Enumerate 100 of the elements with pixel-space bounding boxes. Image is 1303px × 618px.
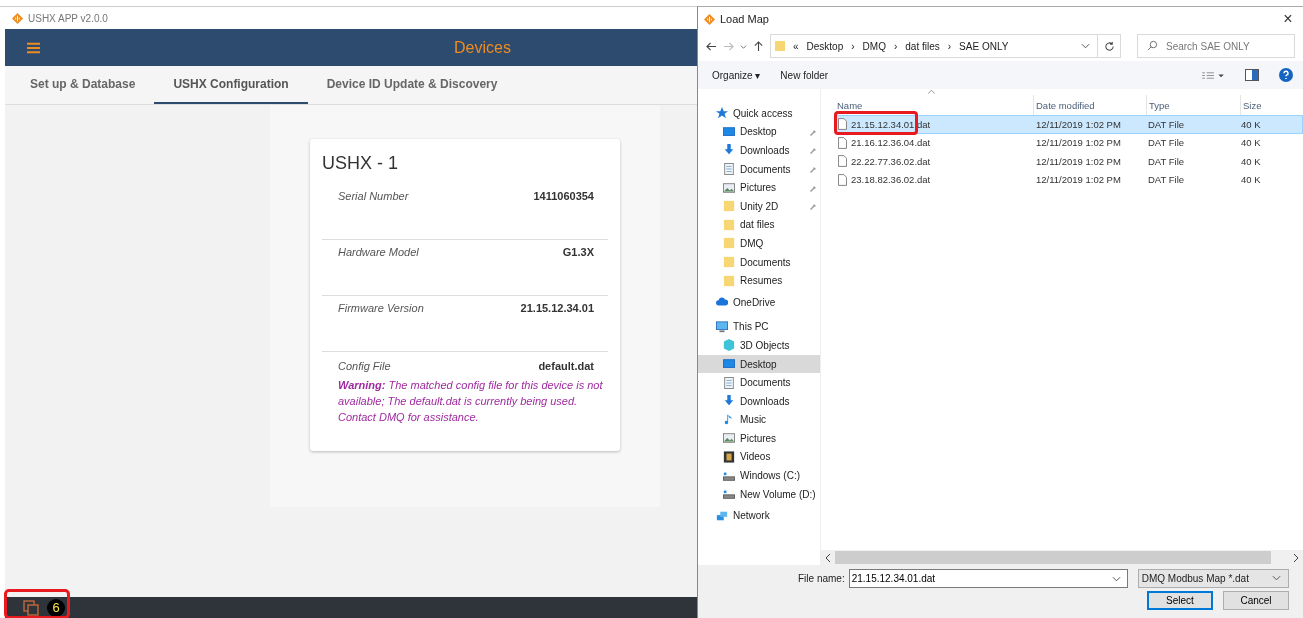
nav-item[interactable]: Quick access [698,104,820,123]
select-button[interactable]: Select [1147,591,1213,610]
search-icon [1147,40,1158,51]
address-bar[interactable]: « Desktop › DMQ › dat files › SAE ONLY [770,34,1098,58]
nav-item[interactable]: Downloads [698,141,820,160]
file-row[interactable]: 22.22.77.36.02.dat 12/11/2019 1:02 PM DAT File 40 K [835,152,1303,171]
tab[interactable]: Set up & Database [11,66,155,104]
column-header[interactable]: Name [835,95,1033,115]
nav-item[interactable]: 3D Objects [698,336,820,355]
file-icon [838,118,847,131]
file-type-dropdown[interactable]: DMQ Modbus Map *.dat [1137,568,1289,588]
file-row[interactable]: 23.18.82.36.02.dat 12/11/2019 1:02 PM DAT File 40 K [835,170,1303,189]
nav-item[interactable]: Videos [698,447,820,467]
menu-icon[interactable] [27,41,40,54]
file-name-field[interactable]: 21.15.12.34.01.dat [848,568,1128,588]
breadcrumb-item[interactable]: « [793,40,799,52]
folder-icon [723,237,735,250]
nav-item[interactable]: Unity 2D [698,196,820,216]
back-arrow-icon[interactable] [706,40,717,52]
folder-icon [775,39,785,53]
nav-item[interactable]: Desktop [698,354,820,374]
chevron-icon[interactable] [740,42,747,50]
view-options-icon[interactable] [1201,70,1225,80]
pin-icon[interactable] [808,183,816,192]
nav-item[interactable]: OneDrive [698,292,820,312]
field-value: 1411060354 [533,190,594,202]
nav-item[interactable]: Downloads [698,391,820,411]
field-label: Serial Number [338,190,409,202]
pin-icon[interactable] [808,165,816,174]
close-button[interactable]: × [1273,9,1303,29]
dialog-title: Load Map [720,13,770,25]
nav-item[interactable]: Desktop [698,122,820,142]
folder-icon [723,256,735,269]
pictures-icon [723,181,735,194]
forward-arrow-icon[interactable] [723,40,734,52]
nav-item[interactable]: This PC [698,317,820,337]
field-label: Config File [338,360,391,372]
folder-icon [723,274,735,287]
nav-item[interactable]: Documents [698,159,820,179]
dropdown-icon [1272,575,1281,581]
breadcrumb-item[interactable]: DMQ [862,40,886,52]
cancel-button[interactable]: Cancel [1223,591,1289,610]
breadcrumb-item[interactable]: SAE ONLY [959,40,1009,52]
field-label: Firmware Version [338,302,424,314]
breadcrumb-item[interactable]: › [947,40,952,52]
file-type: DAT File [1147,117,1186,132]
app-logo-icon [12,12,23,24]
pictures-icon [723,432,735,445]
file-type: DAT File [1147,154,1186,169]
breadcrumb-item[interactable]: Desktop [806,40,844,52]
file-size: 40 K [1240,117,1262,132]
nav-item[interactable]: DMQ [698,234,820,253]
file-name: 23.18.82.36.02.dat [851,174,931,186]
breadcrumb-item[interactable]: › [893,40,898,52]
video-icon [723,451,735,463]
preview-pane-icon[interactable] [1245,69,1259,81]
file-date: 12/11/2019 1:02 PM [1035,136,1122,151]
tab[interactable]: Device ID Update & Discovery [307,66,517,104]
nav-item[interactable]: dat files [698,215,820,235]
scrollbar-thumb[interactable] [835,551,1271,564]
breadcrumb-item[interactable]: › [851,40,855,52]
nav-item[interactable]: Windows (C:) [698,466,820,485]
file-icon [838,136,847,149]
help-icon[interactable] [1279,68,1293,82]
new-folder-button[interactable]: New folder [780,69,829,81]
pin-icon[interactable] [808,146,816,155]
up-arrow-icon[interactable] [753,40,764,52]
windows-icon[interactable] [23,599,39,616]
horizontal-scrollbar[interactable] [821,550,1303,565]
page-title: Devices [454,38,511,57]
star-icon [716,107,728,120]
file-icon [838,173,847,186]
nav-item[interactable]: Pictures [698,178,820,197]
nav-item[interactable]: New Volume (D:) [698,484,820,504]
pc-icon [716,320,728,333]
file-size: 40 K [1240,136,1262,151]
file-row[interactable]: 21.16.12.36.04.dat 12/11/2019 1:02 PM DAT File 40 K [835,133,1303,152]
folder-icon [723,218,735,231]
search-field[interactable]: Search SAE ONLY [1137,34,1295,58]
breadcrumb-item[interactable]: dat files [905,40,940,52]
dropdown-icon[interactable] [1111,575,1121,582]
nav-item[interactable]: Network [698,506,820,526]
folder-icon [723,200,735,213]
file-date: 12/11/2019 1:02 PM [1035,117,1122,132]
organize-button[interactable]: Organize ▾ [712,69,761,81]
nav-item[interactable]: Pictures [698,429,820,448]
nav-item[interactable]: Documents [698,252,820,272]
pin-icon[interactable] [808,202,816,211]
file-date: 12/11/2019 1:02 PM [1035,154,1122,169]
refresh-button[interactable] [1097,34,1121,58]
scroll-right-icon[interactable] [1293,553,1299,562]
nav-item[interactable]: Music [698,410,820,430]
nav-item[interactable]: Documents [698,373,820,392]
document-icon [723,163,735,176]
dropdown-icon[interactable] [1081,43,1090,49]
app-logo-icon [704,13,715,25]
scroll-left-icon[interactable] [825,553,831,562]
file-name-label: File name: [798,572,845,584]
pin-icon[interactable] [808,127,816,136]
nav-item[interactable]: Resumes [698,271,820,290]
